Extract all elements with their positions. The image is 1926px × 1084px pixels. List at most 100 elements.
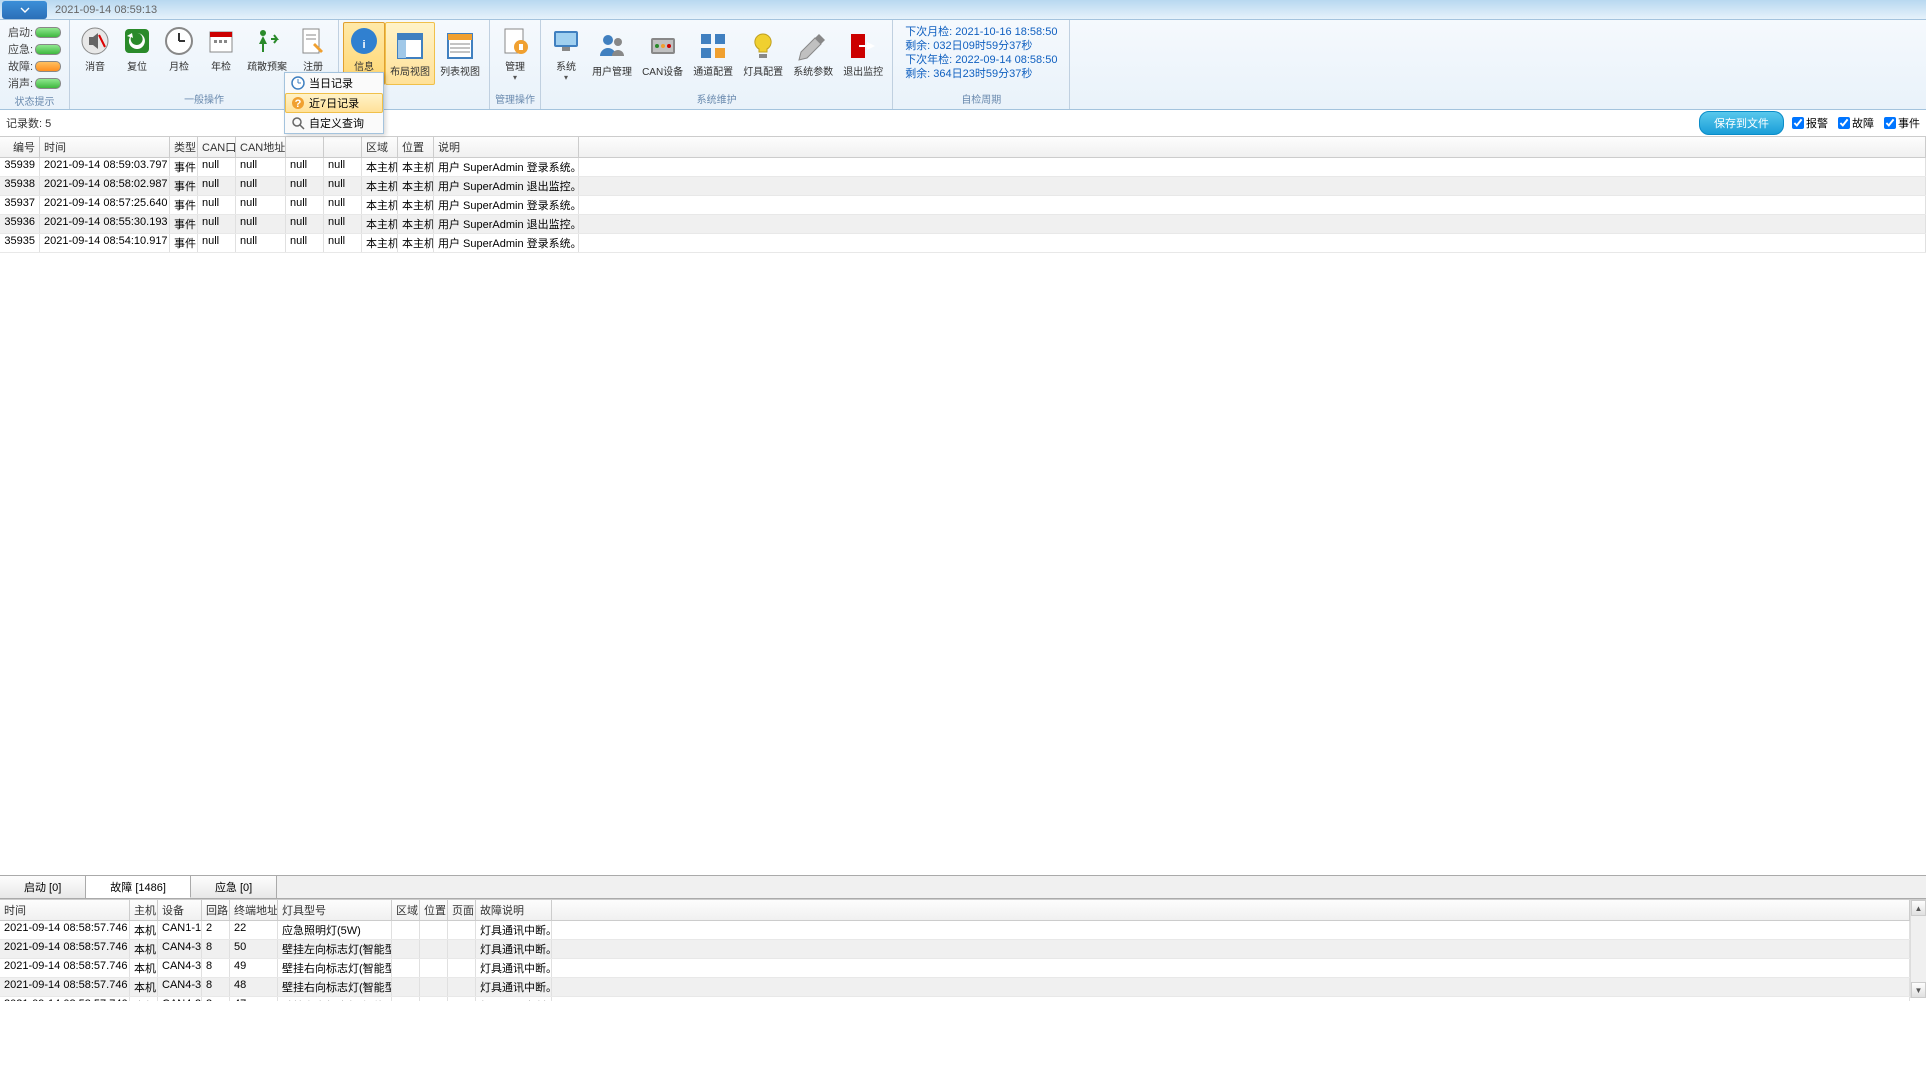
table-row[interactable]: 35938 2021-09-14 08:58:02.987 事件 null nu… xyxy=(0,177,1926,196)
selfcheck-line: 下次年检: 2022-09-14 08:58:50 xyxy=(905,53,1057,67)
ribbon-group-selfcheck: 下次月检: 2021-10-16 18:58:50剩余: 032日09时59分3… xyxy=(893,20,1070,109)
main-col-header[interactable]: 编号 xyxy=(0,137,40,157)
bottom-col-header[interactable]: 回路 xyxy=(202,900,230,920)
can-icon xyxy=(647,30,679,62)
bottom-tab-0[interactable]: 启动 [0] xyxy=(0,876,86,898)
filter-check-2[interactable]: 事件 xyxy=(1884,115,1920,131)
bottom-tab-1[interactable]: 故障 [1486] xyxy=(86,876,191,898)
main-col-header[interactable]: 说明 xyxy=(434,137,579,157)
ribbon-exit-button[interactable]: 退出监控 xyxy=(838,22,888,85)
main-grid-body: 35939 2021-09-14 08:59:03.797 事件 null nu… xyxy=(0,158,1926,253)
ribbon-manage-button[interactable]: 管理 ▾ xyxy=(494,22,536,85)
ribbon-register-button[interactable]: 注册 xyxy=(292,22,334,76)
scroll-down-button[interactable]: ▼ xyxy=(1911,982,1926,998)
ribbon-month-check-button[interactable]: 月检 xyxy=(158,22,200,76)
param-icon xyxy=(797,30,829,62)
bottom-col-header[interactable]: 页面 xyxy=(448,900,476,920)
month-check-icon xyxy=(163,25,195,57)
ribbon-layout-button[interactable]: 布局视图 xyxy=(385,22,435,85)
bottom-col-header[interactable]: 主机 xyxy=(130,900,158,920)
main-col-header[interactable]: 位置 xyxy=(398,137,434,157)
table-row[interactable]: 2021-09-14 08:58:57.746 本机 CAN1-1 2 22 应… xyxy=(0,921,1910,940)
status-row-0: 启动: xyxy=(8,24,61,40)
main-col-header[interactable]: 时间 xyxy=(40,137,170,157)
main-grid: 编号时间类型CAN口CAN地址 区域位置说明 35939 2021-09-14 0… xyxy=(0,136,1926,875)
channel-icon xyxy=(697,30,729,62)
table-row[interactable]: 2021-09-14 08:58:57.746 本机 CAN4-3 8 50 壁… xyxy=(0,940,1910,959)
bottom-col-header[interactable]: 设备 xyxy=(158,900,202,920)
user-icon xyxy=(596,30,628,62)
main-col-header[interactable]: 类型 xyxy=(170,137,198,157)
status-light xyxy=(35,61,61,72)
dropdown-item-1[interactable]: ? 近7日记录 xyxy=(285,93,383,113)
main-col-header[interactable]: CAN地址 xyxy=(236,137,286,157)
selfcheck-line: 下次月检: 2021-10-16 18:58:50 xyxy=(905,25,1057,39)
ribbon-can-button[interactable]: CAN设备 xyxy=(637,22,688,85)
status-group-label: 状态提示 xyxy=(4,93,65,109)
main-col-header[interactable] xyxy=(286,137,324,157)
ribbon-user-button[interactable]: 用户管理 xyxy=(587,22,637,85)
help-icon: ? xyxy=(291,96,305,110)
table-row[interactable]: 35939 2021-09-14 08:59:03.797 事件 null nu… xyxy=(0,158,1926,177)
bottom-grid-header: 时间主机设备回路终端地址灯具型号区域位置页面故障说明 xyxy=(0,900,1910,921)
app-menu-button[interactable] xyxy=(2,1,47,19)
ribbon-reset-button[interactable]: 复位 xyxy=(116,22,158,76)
ribbon-lamp-button[interactable]: 灯具配置 xyxy=(738,22,788,85)
table-row[interactable]: 35936 2021-09-14 08:55:30.193 事件 null nu… xyxy=(0,215,1926,234)
ribbon-group-maintain: 系统 ▾ 用户管理 CAN设备 通道配置 灯具配置 系统参数 xyxy=(541,20,893,109)
dropdown-item-0[interactable]: 当日记录 xyxy=(285,73,383,93)
svg-text:?: ? xyxy=(295,98,302,110)
clock-icon xyxy=(291,76,305,90)
main-col-header[interactable]: 区域 xyxy=(362,137,398,157)
selfcheck-line: 剩余: 032日09时59分37秒 xyxy=(905,39,1057,53)
mute-icon xyxy=(79,25,111,57)
ribbon-list-button[interactable]: 列表视图 xyxy=(435,22,485,85)
bottom-col-header[interactable]: 终端地址 xyxy=(230,900,278,920)
info-dropdown-menu: 当日记录 ? 近7日记录 自定义查询 xyxy=(284,72,384,134)
register-icon xyxy=(297,25,329,57)
ribbon-group-manage-label: 管理操作 xyxy=(494,91,536,107)
main-grid-header: 编号时间类型CAN口CAN地址 区域位置说明 xyxy=(0,137,1926,158)
main-col-header[interactable] xyxy=(324,137,362,157)
status-panel-group: 启动:应急:故障:消声: 状态提示 xyxy=(0,20,70,109)
svg-text:i: i xyxy=(363,39,366,51)
save-to-file-button[interactable]: 保存到文件 xyxy=(1699,111,1784,135)
table-row[interactable]: 2021-09-14 08:58:57.746 本机 CAN4-3 8 49 壁… xyxy=(0,959,1910,978)
status-row-1: 应急: xyxy=(8,41,61,57)
bottom-col-header[interactable]: 时间 xyxy=(0,900,130,920)
table-row[interactable]: 2021-09-14 08:58:57.746 本机 CAN4-3 8 48 壁… xyxy=(0,978,1910,997)
main-col-header[interactable]: CAN口 xyxy=(198,137,236,157)
table-row[interactable]: 35935 2021-09-14 08:54:10.917 事件 null nu… xyxy=(0,234,1926,253)
bottom-col-header[interactable]: 位置 xyxy=(420,900,448,920)
chevron-down-icon: ▾ xyxy=(564,73,568,82)
bottom-grid-scrollbar[interactable]: ▲ ▼ xyxy=(1910,900,1926,998)
ribbon-channel-button[interactable]: 通道配置 xyxy=(688,22,738,85)
ribbon-system-button[interactable]: 系统 ▾ xyxy=(545,22,587,85)
ribbon-param-button[interactable]: 系统参数 xyxy=(788,22,838,85)
ribbon-group-maintain-label: 系统维护 xyxy=(545,91,888,107)
bottom-col-header[interactable]: 故障说明 xyxy=(476,900,552,920)
system-icon xyxy=(550,25,582,57)
bottom-col-header[interactable]: 区域 xyxy=(392,900,420,920)
selfcheck-line: 剩余: 364日23时59分37秒 xyxy=(905,67,1057,81)
record-count: 记录数: 5 xyxy=(6,115,51,131)
status-light xyxy=(35,78,61,89)
table-row[interactable]: 35937 2021-09-14 08:57:25.640 事件 null nu… xyxy=(0,196,1926,215)
filter-check-0[interactable]: 报警 xyxy=(1792,115,1828,131)
manage-icon xyxy=(499,25,531,57)
bottom-tab-2[interactable]: 应急 [0] xyxy=(191,876,277,898)
year-check-icon xyxy=(205,25,237,57)
chevron-down-icon: ▾ xyxy=(513,73,517,82)
dropdown-item-2[interactable]: 自定义查询 xyxy=(285,113,383,133)
status-light xyxy=(35,44,61,55)
titlebar: 2021-09-14 08:59:13 xyxy=(0,0,1926,20)
filter-check-1[interactable]: 故障 xyxy=(1838,115,1874,131)
search-icon xyxy=(291,116,305,130)
lamp-icon xyxy=(747,30,779,62)
ribbon-mute-button[interactable]: 消音 xyxy=(74,22,116,76)
bottom-col-header[interactable]: 灯具型号 xyxy=(278,900,392,920)
ribbon-year-check-button[interactable]: 年检 xyxy=(200,22,242,76)
ribbon-evacuate-button[interactable]: 疏散预案 xyxy=(242,22,292,76)
table-row[interactable]: 2021-09-14 08:58:57.746 本机 CAN4-3 8 47 壁… xyxy=(0,997,1910,1001)
scroll-up-button[interactable]: ▲ xyxy=(1911,900,1926,916)
